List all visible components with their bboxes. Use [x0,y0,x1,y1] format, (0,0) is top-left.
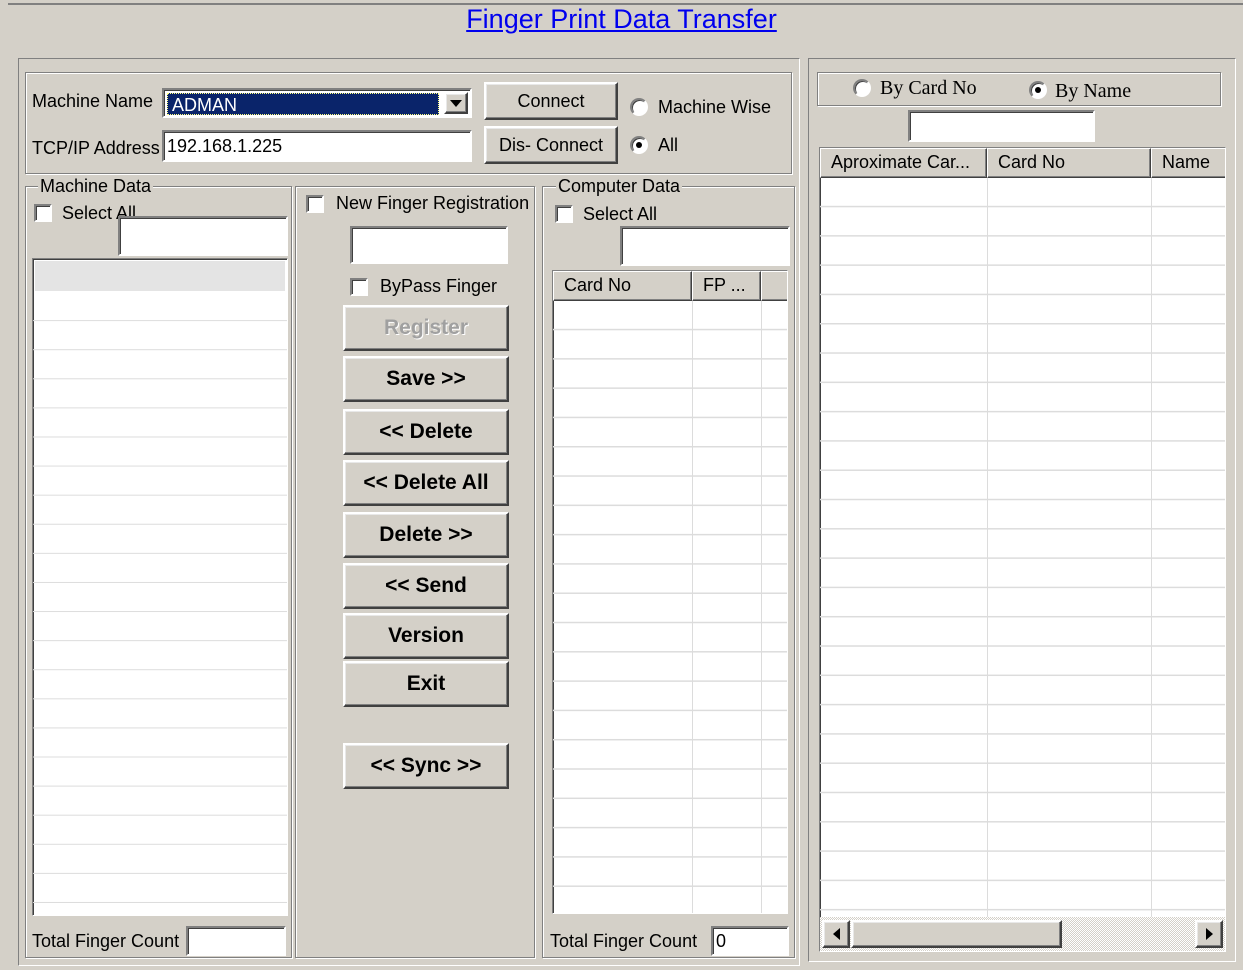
bypass-checkbox[interactable] [350,278,368,296]
machine-select-all-checkbox[interactable] [34,204,52,222]
column-divider [761,301,762,913]
machine-data-list[interactable] [32,258,288,916]
connect-button[interactable]: Connect [484,82,618,120]
column-header-approx-card[interactable]: Aproximate Car... [820,148,987,178]
by-card-no-radio[interactable] [853,79,871,97]
delete-left-button[interactable]: << Delete [343,409,509,455]
by-name-label: By Name [1055,80,1132,102]
machine-total-label: Total Finger Count [32,931,180,951]
column-header-name[interactable]: Name [1151,148,1225,178]
column-header-filler [761,271,787,301]
search-mode-group [817,72,1221,106]
delete-right-button[interactable]: Delete >> [343,512,509,558]
new-registration-checkbox[interactable] [306,195,324,213]
disconnect-button[interactable]: Dis- Connect [484,126,618,164]
send-button[interactable]: << Send [343,563,509,609]
machine-total-input[interactable] [186,926,286,956]
column-header-card-no[interactable]: Card No [987,148,1151,178]
register-button[interactable]: Register [343,305,509,351]
computer-total-label: Total Finger Count [550,931,698,951]
computer-filter-input[interactable] [620,226,790,266]
radio-selected-dot [636,142,642,148]
all-label: All [658,135,679,155]
tcpip-input[interactable] [162,130,472,162]
delete-all-button[interactable]: << Delete All [343,460,509,506]
column-header-card-no[interactable]: Card No [553,271,692,301]
new-registration-label: New Finger Registration [336,193,530,213]
column-divider [692,301,693,913]
all-radio[interactable] [630,136,648,154]
arrow-left-icon [832,928,840,940]
search-input[interactable] [908,110,1095,142]
page-title[interactable]: Finger Print Data Transfer [0,4,1243,35]
scroll-thumb[interactable] [851,920,1062,948]
horizontal-scrollbar[interactable] [820,917,1225,951]
machine-name-select[interactable]: ADMAN [162,88,472,118]
radio-selected-dot [1035,87,1041,93]
table-rows [553,301,787,913]
bypass-label: ByPass Finger [380,276,498,296]
sync-button[interactable]: << Sync >> [343,743,509,789]
column-header-fp[interactable]: FP ... [692,271,761,301]
computer-select-all-label: Select All [583,204,658,224]
tcpip-label: TCP/IP Address [32,138,160,158]
by-card-no-label: By Card No [880,77,977,99]
machine-filter-input[interactable] [118,216,288,256]
column-divider [987,178,988,917]
computer-data-title: Computer Data [556,176,683,196]
machine-wise-label: Machine Wise [658,97,772,117]
list-rows [33,292,287,915]
column-divider [1151,178,1152,917]
search-results-table[interactable]: Aproximate Car... Card No Name [819,147,1226,952]
by-name-radio[interactable] [1029,81,1047,99]
scroll-right-button[interactable] [1195,920,1223,948]
version-button[interactable]: Version [343,613,509,659]
scroll-left-button[interactable] [822,920,850,948]
computer-select-all-checkbox[interactable] [555,205,573,223]
chevron-down-icon [450,99,462,107]
arrow-right-icon [1205,928,1213,940]
exit-button[interactable]: Exit [343,661,509,707]
computer-total-input[interactable] [711,926,789,956]
machine-data-title: Machine Data [38,176,154,196]
registration-input[interactable] [350,226,508,264]
dropdown-button[interactable] [444,92,468,114]
machine-name-label: Machine Name [32,91,154,111]
machine-wise-radio[interactable] [630,98,648,116]
list-selected-row[interactable] [35,261,285,291]
results-rows [820,178,1225,917]
computer-data-table[interactable]: Card No FP ... [552,270,788,914]
save-button[interactable]: Save >> [343,356,509,402]
machine-name-value: ADMAN [167,93,439,115]
